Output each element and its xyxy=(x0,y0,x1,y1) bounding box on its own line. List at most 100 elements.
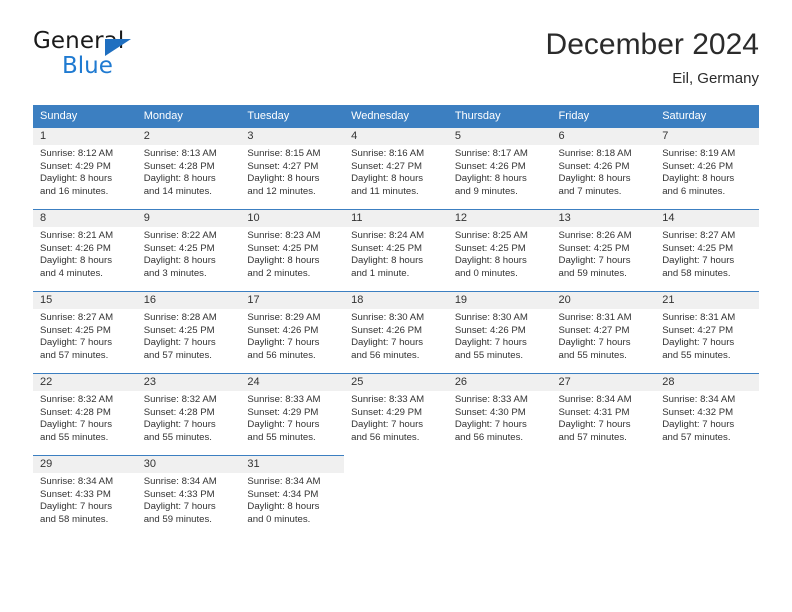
calendar-day-8[interactable]: 8 Sunrise: 8:21 AM Sunset: 4:26 PM Daylight… xyxy=(33,209,137,291)
sunrise-time: Sunrise: 8:23 AM xyxy=(247,230,321,241)
sunset-time: Sunset: 4:26 PM xyxy=(351,324,423,336)
general-blue-logo[interactable]: General Blue xyxy=(33,28,173,84)
daylight-duration-line1: Daylight: 8 hours xyxy=(40,173,112,185)
weekday-header-thursday: Thursday xyxy=(447,105,552,127)
calendar-cell: 10 Sunrise: 8:23 AM Sunset: 4:25 PM Dayligh… xyxy=(240,209,345,291)
daylight-duration-line2: and 58 minutes. xyxy=(40,513,109,525)
day-number: 8 xyxy=(33,210,137,227)
day-number: 19 xyxy=(447,292,552,309)
calendar-day-12[interactable]: 12 Sunrise: 8:25 AM Sunset: 4:25 PM Dayligh… xyxy=(447,209,552,291)
day-number: 21 xyxy=(655,292,759,309)
calendar-day-16[interactable]: 16 Sunrise: 8:28 AM Sunset: 4:25 PM Dayligh… xyxy=(136,291,241,373)
day-number: 24 xyxy=(240,374,345,391)
sunrise-time: Sunrise: 8:34 AM xyxy=(143,476,217,487)
daylight-duration-line2: and 57 minutes. xyxy=(143,349,212,361)
sunset-time: Sunset: 4:26 PM xyxy=(558,160,630,172)
calendar-day-3[interactable]: 3 Sunrise: 8:15 AM Sunset: 4:27 PM Daylight… xyxy=(240,127,345,209)
day-number: 9 xyxy=(136,210,241,227)
daylight-duration-line1: Daylight: 8 hours xyxy=(247,255,320,267)
calendar-day-20[interactable]: 20 Sunrise: 8:31 AM Sunset: 4:27 PM Dayligh… xyxy=(551,291,656,373)
page-header: General Blue December 2024 Eil, Germany xyxy=(33,28,759,98)
calendar-day-10[interactable]: 10 Sunrise: 8:23 AM Sunset: 4:25 PM Dayligh… xyxy=(240,209,345,291)
calendar-week-row: 15 Sunrise: 8:27 AM Sunset: 4:25 PM Dayligh… xyxy=(33,291,759,373)
daylight-duration-line2: and 7 minutes. xyxy=(558,185,622,197)
sunrise-time: Sunrise: 8:31 AM xyxy=(558,312,632,323)
calendar-day-17[interactable]: 17 Sunrise: 8:29 AM Sunset: 4:26 PM Dayligh… xyxy=(240,291,345,373)
calendar-cell: 16 Sunrise: 8:28 AM Sunset: 4:25 PM Dayligh… xyxy=(136,291,241,373)
calendar-cell: 30 Sunrise: 8:34 AM Sunset: 4:33 PM Dayligh… xyxy=(136,455,241,537)
weekday-header-sunday: Sunday xyxy=(33,105,137,127)
calendar-day-28[interactable]: 28 Sunrise: 8:34 AM Sunset: 4:32 PM Dayligh… xyxy=(655,373,759,455)
calendar-day-1[interactable]: 1 Sunrise: 8:12 AM Sunset: 4:29 PM Daylight… xyxy=(33,127,137,209)
daylight-duration-line1: Daylight: 7 hours xyxy=(558,337,631,349)
sunset-time: Sunset: 4:26 PM xyxy=(454,324,526,336)
calendar-day-25[interactable]: 25 Sunrise: 8:33 AM Sunset: 4:29 PM Dayligh… xyxy=(344,373,448,455)
calendar-day-11[interactable]: 11 Sunrise: 8:24 AM Sunset: 4:25 PM Dayligh… xyxy=(344,209,448,291)
daylight-duration-line1: Daylight: 7 hours xyxy=(558,255,631,267)
calendar-cell xyxy=(344,455,448,537)
calendar-day-13[interactable]: 13 Sunrise: 8:26 AM Sunset: 4:25 PM Dayligh… xyxy=(551,209,656,291)
day-number: 10 xyxy=(240,210,345,227)
sunset-time: Sunset: 4:29 PM xyxy=(351,406,423,418)
calendar-day-19[interactable]: 19 Sunrise: 8:30 AM Sunset: 4:26 PM Dayligh… xyxy=(447,291,552,373)
daylight-duration-line2: and 14 minutes. xyxy=(143,185,212,197)
calendar-day-2[interactable]: 2 Sunrise: 8:13 AM Sunset: 4:28 PM Daylight… xyxy=(136,127,241,209)
calendar-day-4[interactable]: 4 Sunrise: 8:16 AM Sunset: 4:27 PM Daylight… xyxy=(344,127,448,209)
calendar-day-15[interactable]: 15 Sunrise: 8:27 AM Sunset: 4:25 PM Dayligh… xyxy=(33,291,137,373)
calendar-day-7[interactable]: 7 Sunrise: 8:19 AM Sunset: 4:26 PM Daylight… xyxy=(655,127,759,209)
sunrise-time: Sunrise: 8:32 AM xyxy=(40,394,114,405)
calendar-day-31[interactable]: 31 Sunrise: 8:34 AM Sunset: 4:34 PM Dayligh… xyxy=(240,455,345,537)
day-number: 26 xyxy=(447,374,552,391)
daylight-duration-line2: and 16 minutes. xyxy=(40,185,109,197)
calendar-cell: 9 Sunrise: 8:22 AM Sunset: 4:25 PM Daylight… xyxy=(136,209,241,291)
day-number xyxy=(448,456,552,473)
day-number: 3 xyxy=(240,128,345,145)
calendar-day-18[interactable]: 18 Sunrise: 8:30 AM Sunset: 4:26 PM Dayligh… xyxy=(344,291,448,373)
calendar-day-23[interactable]: 23 Sunrise: 8:32 AM Sunset: 4:28 PM Dayligh… xyxy=(136,373,241,455)
calendar-day-22[interactable]: 22 Sunrise: 8:32 AM Sunset: 4:28 PM Dayligh… xyxy=(33,373,137,455)
daylight-duration-line2: and 0 minutes. xyxy=(454,267,518,279)
daylight-duration-line1: Daylight: 7 hours xyxy=(143,337,216,349)
sunset-time: Sunset: 4:27 PM xyxy=(247,160,319,172)
sunrise-time: Sunrise: 8:17 AM xyxy=(454,148,528,159)
calendar-week-row: 8 Sunrise: 8:21 AM Sunset: 4:26 PM Daylight… xyxy=(33,209,759,291)
weekday-header-friday: Friday xyxy=(551,105,656,127)
day-sun-info: Sunrise: 8:31 AM Sunset: 4:27 PM Daylight:… xyxy=(655,309,759,362)
calendar-day-27[interactable]: 27 Sunrise: 8:34 AM Sunset: 4:31 PM Dayligh… xyxy=(551,373,656,455)
calendar-cell: 25 Sunrise: 8:33 AM Sunset: 4:29 PM Dayligh… xyxy=(344,373,448,455)
day-number: 2 xyxy=(136,128,241,145)
day-sun-info: Sunrise: 8:29 AM Sunset: 4:26 PM Daylight:… xyxy=(240,309,344,362)
calendar-day-29[interactable]: 29 Sunrise: 8:34 AM Sunset: 4:33 PM Dayligh… xyxy=(33,455,137,537)
day-number: 1 xyxy=(33,128,137,145)
daylight-duration-line1: Daylight: 8 hours xyxy=(454,173,527,185)
sunrise-time: Sunrise: 8:15 AM xyxy=(247,148,321,159)
day-number: 20 xyxy=(551,292,656,309)
day-number: 22 xyxy=(33,374,137,391)
calendar-day-21[interactable]: 21 Sunrise: 8:31 AM Sunset: 4:27 PM Dayligh… xyxy=(655,291,759,373)
calendar-cell: 3 Sunrise: 8:15 AM Sunset: 4:27 PM Daylight… xyxy=(240,127,345,209)
sunset-time: Sunset: 4:25 PM xyxy=(662,242,734,254)
sunrise-time: Sunrise: 8:26 AM xyxy=(558,230,632,241)
sunset-time: Sunset: 4:25 PM xyxy=(40,324,111,336)
weekday-header-row: Sunday Monday Tuesday Wednesday Thursday Frid… xyxy=(33,105,759,127)
sunset-time: Sunset: 4:26 PM xyxy=(247,324,319,336)
calendar-day-14[interactable]: 14 Sunrise: 8:27 AM Sunset: 4:25 PM Dayligh… xyxy=(655,209,759,291)
calendar-day-30[interactable]: 30 Sunrise: 8:34 AM Sunset: 4:33 PM Dayligh… xyxy=(136,455,241,537)
calendar-day-9[interactable]: 9 Sunrise: 8:22 AM Sunset: 4:25 PM Daylight… xyxy=(136,209,241,291)
sunrise-time: Sunrise: 8:22 AM xyxy=(143,230,217,241)
daylight-duration-line1: Daylight: 7 hours xyxy=(454,337,527,349)
sunrise-time: Sunrise: 8:30 AM xyxy=(351,312,425,323)
day-number: 31 xyxy=(240,456,345,473)
calendar-day-26[interactable]: 26 Sunrise: 8:33 AM Sunset: 4:30 PM Dayligh… xyxy=(447,373,552,455)
daylight-duration-line1: Daylight: 7 hours xyxy=(662,337,735,349)
sunrise-time: Sunrise: 8:29 AM xyxy=(247,312,321,323)
calendar-cell: 14 Sunrise: 8:27 AM Sunset: 4:25 PM Dayligh… xyxy=(655,209,759,291)
weekday-header-wednesday: Wednesday xyxy=(344,105,448,127)
calendar-day-5[interactable]: 5 Sunrise: 8:17 AM Sunset: 4:26 PM Daylight… xyxy=(447,127,552,209)
calendar-day-24[interactable]: 24 Sunrise: 8:33 AM Sunset: 4:29 PM Dayligh… xyxy=(240,373,345,455)
day-sun-info: Sunrise: 8:30 AM Sunset: 4:26 PM Daylight:… xyxy=(448,309,552,362)
calendar-day-6[interactable]: 6 Sunrise: 8:18 AM Sunset: 4:26 PM Daylight… xyxy=(551,127,656,209)
daylight-duration-line1: Daylight: 7 hours xyxy=(143,501,216,513)
daylight-duration-line2: and 55 minutes. xyxy=(454,349,524,361)
day-number: 15 xyxy=(33,292,137,309)
